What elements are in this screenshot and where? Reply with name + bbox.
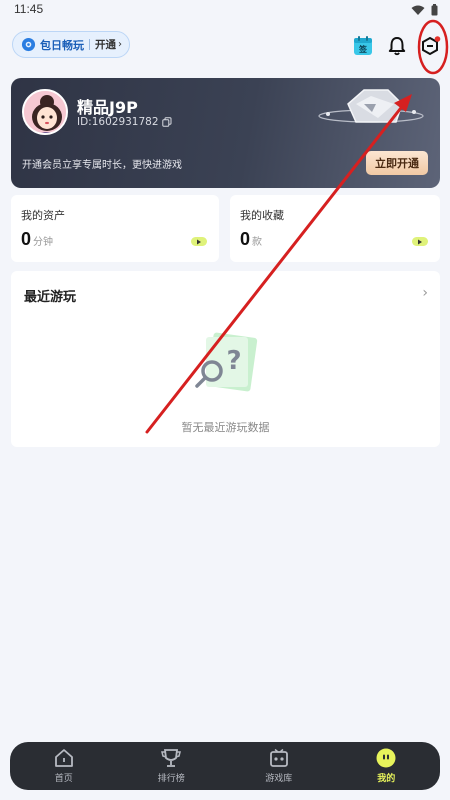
user-id: ID:1602931782 xyxy=(77,116,159,128)
membership-description: 开通会员立享专属时长，更快进游戏 xyxy=(22,160,182,171)
arrow-right-icon xyxy=(412,237,428,246)
my-assets-value: 0 分钟 xyxy=(21,229,53,250)
nav-label-profile: 我的 xyxy=(377,774,396,784)
chevron-right-icon[interactable]: › xyxy=(422,285,428,301)
svg-text:签: 签 xyxy=(358,44,368,54)
nav-item-home[interactable]: 首页 xyxy=(24,748,104,784)
daily-pass-promo[interactable]: 包日畅玩 开通 › xyxy=(12,31,130,58)
battery-icon xyxy=(431,4,438,16)
my-assets-tile[interactable]: 我的资产 0 分钟 xyxy=(11,195,219,262)
nav-item-game-library[interactable]: 游戏库 xyxy=(239,748,319,784)
trophy-icon xyxy=(161,749,182,767)
status-icons xyxy=(411,4,438,16)
nav-item-profile[interactable]: 我的 xyxy=(346,748,426,784)
my-favorites-tile[interactable]: 我的收藏 0款 xyxy=(230,195,440,262)
my-assets-unit: 分钟 xyxy=(33,237,54,248)
my-assets-title: 我的资产 xyxy=(21,209,65,222)
my-favorites-title: 我的收藏 xyxy=(240,209,284,222)
nav-item-ranking[interactable]: 排行榜 xyxy=(131,748,211,784)
arrow-right-icon xyxy=(191,237,207,246)
profile-icon xyxy=(376,748,396,768)
promo-divider xyxy=(89,39,90,50)
my-favorites-unit: 款 xyxy=(252,237,263,248)
status-bar: 11:45 xyxy=(0,0,450,22)
sign-in-icon[interactable]: 签 xyxy=(352,35,374,57)
bell-icon[interactable] xyxy=(386,35,408,57)
bottom-navigation: 首页 排行榜 游戏库 我的 xyxy=(10,742,440,790)
home-icon xyxy=(54,749,73,767)
nav-label-game-library: 游戏库 xyxy=(265,774,293,784)
my-favorites-number: 0 xyxy=(240,229,251,249)
wifi-icon xyxy=(411,5,425,15)
recent-played-section: 最近游玩 › ? 暂无最近游玩数据 xyxy=(11,271,440,447)
chevron-right-icon: › xyxy=(118,39,122,50)
username: 精品J9P xyxy=(77,98,138,117)
promo-text: 包日畅玩 xyxy=(40,38,84,52)
empty-state-text: 暂无最近游玩数据 xyxy=(181,421,270,434)
copy-icon[interactable] xyxy=(162,117,172,127)
avatar-illustration xyxy=(24,91,66,133)
membership-card: 精品J9P ID:1602931782 开通会员立享专属时长，更快进游戏 立即开… xyxy=(11,78,440,188)
promo-open-label: 开通 xyxy=(95,39,116,51)
nav-label-home: 首页 xyxy=(54,774,73,784)
open-membership-button[interactable]: 立即开通 xyxy=(366,151,428,175)
vip-crown-illustration xyxy=(318,89,424,123)
avatar[interactable] xyxy=(22,89,68,135)
gear-badge-icon xyxy=(21,37,36,52)
svg-text:?: ? xyxy=(226,346,241,376)
my-favorites-value: 0款 xyxy=(240,229,262,250)
settings-icon[interactable] xyxy=(419,35,441,57)
empty-state-icon: ? xyxy=(195,332,258,392)
my-assets-number: 0 xyxy=(21,229,32,249)
status-time: 11:45 xyxy=(14,2,44,16)
recent-played-title: 最近游玩 xyxy=(24,290,77,305)
game-library-icon xyxy=(269,748,288,767)
nav-label-ranking: 排行榜 xyxy=(157,774,185,784)
